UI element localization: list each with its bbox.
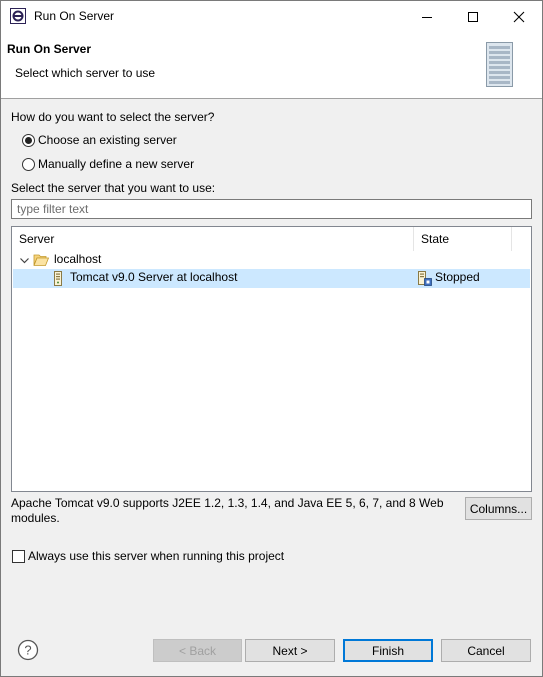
wizard-header: Run On Server Select which server to use [1, 32, 542, 99]
selection-question: How do you want to select the server? [11, 110, 215, 124]
server-info-text: Apache Tomcat v9.0 supports J2EE 1.2, 1.… [11, 496, 444, 525]
filter-input[interactable] [11, 199, 532, 219]
server-state: Stopped [435, 270, 480, 284]
tomcat-server-icon [54, 271, 62, 286]
select-server-label: Select the server that you want to use: [11, 181, 216, 195]
close-button[interactable] [496, 1, 542, 32]
eclipse-icon [10, 8, 26, 24]
next-button[interactable]: Next > [245, 639, 335, 662]
close-icon [513, 11, 525, 22]
radio-dot [25, 137, 32, 144]
window-title: Run On Server [34, 9, 115, 23]
minimize-icon [422, 16, 432, 18]
cancel-button[interactable]: Cancel [441, 639, 531, 662]
help-icon[interactable]: ? [17, 639, 39, 661]
back-button[interactable]: < Back [153, 639, 242, 662]
page-description: Select which server to use [15, 66, 156, 80]
stopped-state-icon [418, 271, 432, 286]
column-header-server[interactable]: Server [12, 227, 414, 251]
column-header-state[interactable]: State [414, 227, 512, 251]
maximize-icon [468, 11, 478, 22]
radio-new-server[interactable] [22, 158, 35, 171]
tree-group-localhost[interactable]: localhost [54, 252, 101, 266]
folder-open-icon [33, 254, 49, 266]
maximize-button[interactable] [450, 1, 496, 32]
server-table[interactable]: Server State localhost Tomcat v9.0 Serve… [11, 226, 532, 492]
minimize-button[interactable] [404, 1, 450, 32]
always-use-label[interactable]: Always use this server when running this… [28, 549, 284, 563]
chevron-down-icon[interactable] [19, 255, 30, 266]
table-row[interactable]: Tomcat v9.0 Server at localhost Stopped [13, 269, 530, 288]
title-bar[interactable]: Run On Server [1, 1, 542, 32]
server-name: Tomcat v9.0 Server at localhost [70, 270, 238, 284]
server-icon [486, 42, 513, 87]
radio-existing-server[interactable] [22, 134, 35, 147]
radio-new-server-label[interactable]: Manually define a new server [38, 157, 194, 171]
finish-button[interactable]: Finish [343, 639, 433, 662]
run-on-server-dialog: Run On Server Run On Server Select which… [0, 0, 543, 677]
page-title: Run On Server [7, 42, 92, 56]
columns-button[interactable]: Columns... [465, 497, 532, 520]
always-use-checkbox[interactable] [12, 550, 25, 563]
radio-existing-server-label[interactable]: Choose an existing server [38, 133, 177, 147]
svg-text:?: ? [24, 643, 31, 658]
